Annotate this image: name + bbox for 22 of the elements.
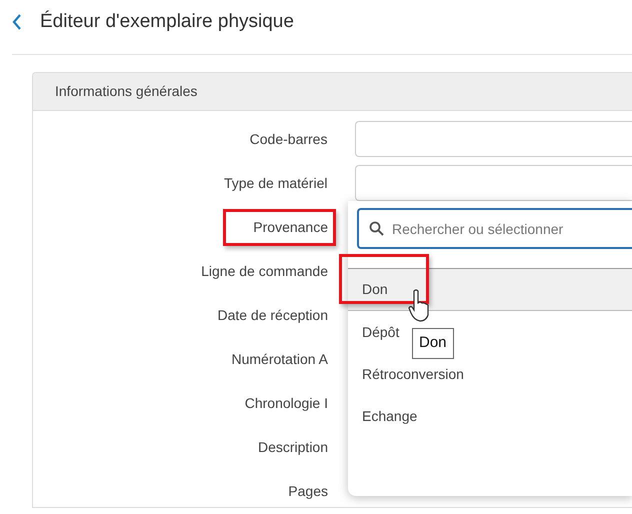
dropdown-option[interactable]: Dépôt — [362, 322, 400, 342]
page-title: Éditeur d'exemplaire physique — [40, 10, 294, 34]
input-field[interactable] — [355, 121, 632, 157]
search-field[interactable]: Rechercher ou sélectionner — [357, 208, 632, 249]
field-label: Type de matériel — [222, 174, 328, 193]
dropdown-option[interactable]: Rétroconversion — [362, 364, 464, 384]
field-label: Ligne de commande — [200, 262, 329, 281]
section-title: Informations générales — [55, 82, 198, 101]
field-label: Pages — [287, 482, 329, 501]
dropdown-option[interactable]: Echange — [362, 406, 418, 426]
dropdown-option[interactable]: Don — [362, 279, 388, 300]
hand-cursor-icon — [408, 289, 430, 323]
field-label: Provenance — [223, 208, 336, 246]
field-label: Numérotation A — [230, 350, 329, 368]
input-field[interactable] — [355, 165, 632, 201]
field-label: Description — [256, 438, 329, 457]
search-icon — [370, 222, 384, 236]
field-label: Chronologie I — [244, 394, 329, 413]
tooltip: Don — [412, 328, 454, 358]
field-label: Code-barres — [248, 130, 328, 148]
field-label: Date de réception — [216, 306, 329, 325]
back-icon[interactable] — [12, 14, 22, 30]
